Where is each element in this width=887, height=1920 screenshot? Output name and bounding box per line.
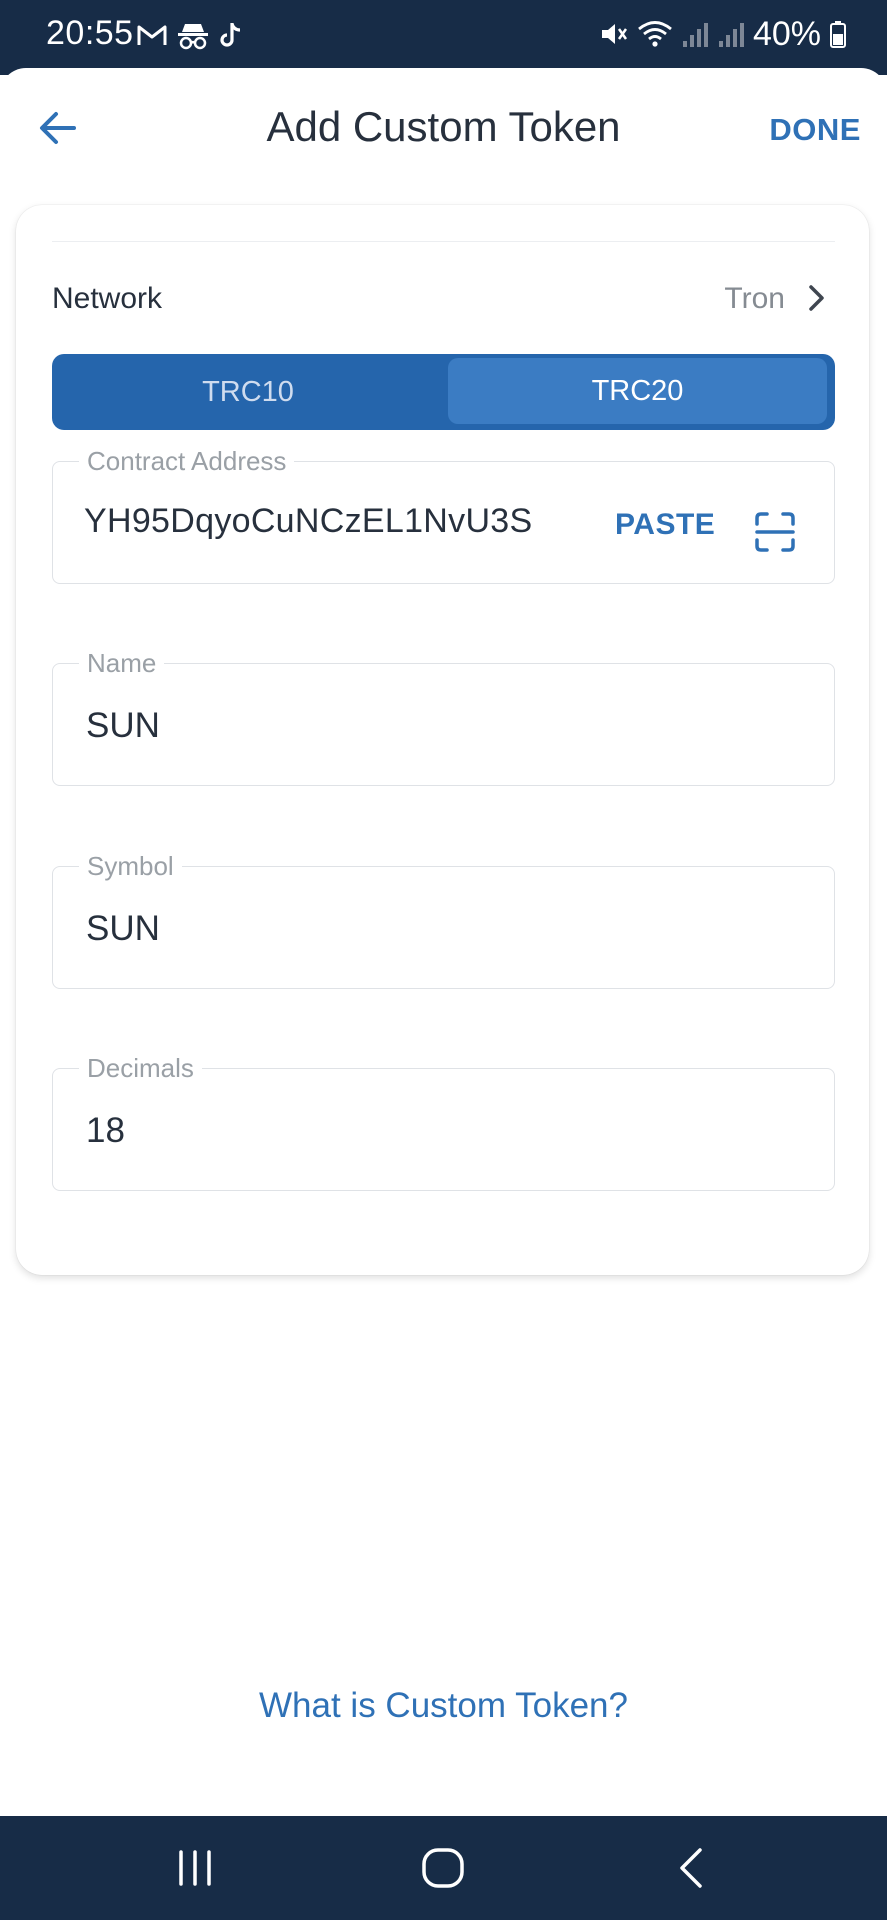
paste-button[interactable]: PASTE	[615, 508, 715, 542]
decimals-input[interactable]: 18	[86, 1111, 125, 1151]
network-label: Network	[52, 282, 163, 315]
name-input[interactable]: SUN	[86, 706, 160, 746]
token-type-toggle: TRC10 TRC20	[52, 354, 835, 430]
back-button[interactable]	[34, 104, 82, 152]
system-nav-bar	[0, 1816, 887, 1920]
battery-icon	[830, 21, 846, 48]
symbol-input[interactable]: SUN	[86, 909, 160, 949]
name-label: Name	[79, 648, 165, 678]
chevron-right-icon	[809, 285, 824, 311]
status-icons: 40%	[599, 14, 847, 54]
signal-icon	[682, 23, 708, 47]
decimals-label: Decimals	[79, 1053, 202, 1083]
decimals-field[interactable]: Decimals 18	[52, 1053, 835, 1191]
recent-apps-icon[interactable]	[171, 1844, 219, 1892]
contract-address-label: Contract Address	[79, 446, 295, 476]
status-bar: 20:55 40%	[0, 0, 887, 75]
status-time: 20:55	[46, 14, 134, 52]
what-is-custom-token-link[interactable]: What is Custom Token?	[0, 1686, 887, 1726]
symbol-field[interactable]: Symbol SUN	[52, 851, 835, 989]
mute-icon	[601, 24, 627, 44]
gmail-icon	[137, 25, 167, 45]
contract-address-field[interactable]: Contract Address YH95DqyoCuNCzEL1NvU3S P…	[52, 446, 835, 584]
signal-icon	[718, 23, 744, 47]
home-icon[interactable]	[419, 1844, 467, 1892]
battery-percent: 40%	[752, 14, 821, 53]
network-value: Tron	[724, 282, 785, 315]
tiktok-icon	[220, 23, 241, 47]
tab-trc20[interactable]: TRC20	[448, 358, 827, 424]
name-field[interactable]: Name SUN	[52, 648, 835, 786]
scan-qr-icon[interactable]	[753, 510, 797, 554]
wifi-icon	[638, 21, 672, 47]
incognito-icon	[178, 24, 208, 50]
notification-icons	[137, 18, 243, 52]
done-button[interactable]: DONE	[769, 112, 861, 148]
contract-address-input[interactable]: YH95DqyoCuNCzEL1NvU3S	[84, 502, 604, 541]
divider	[52, 241, 835, 242]
network-selector[interactable]: Network Tron	[52, 270, 835, 326]
symbol-label: Symbol	[79, 851, 182, 881]
tab-trc10[interactable]: TRC10	[52, 354, 444, 430]
back-nav-icon[interactable]	[668, 1844, 716, 1892]
